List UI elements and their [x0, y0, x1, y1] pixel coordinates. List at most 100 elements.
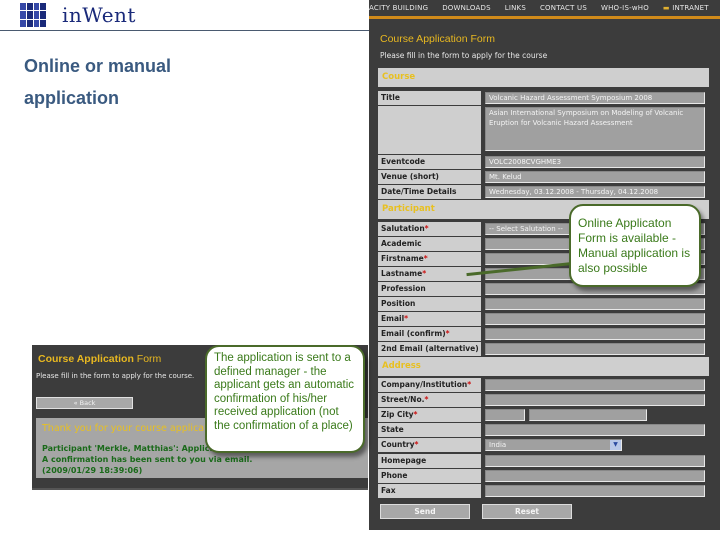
nav-downloads[interactable]: DOWNLOADS	[442, 4, 491, 12]
row-fax: Fax	[378, 484, 709, 498]
email-confirm-label: Email (confirm)*	[378, 327, 481, 341]
country-label: Country*	[378, 438, 481, 452]
phone-field[interactable]	[485, 470, 705, 482]
confirmation-title-bold: Course Application	[38, 353, 134, 365]
homepage-field[interactable]	[485, 455, 705, 467]
nav-intranet[interactable]: ▬ INTRANET	[663, 4, 709, 12]
description-field[interactable]: Asian International Symposium on Modelin…	[485, 107, 705, 151]
slide-title: Online or manual application	[24, 50, 344, 114]
company-field[interactable]	[485, 379, 705, 391]
firstname-label-text: Firstname	[381, 254, 424, 263]
title-label: Title	[378, 91, 481, 105]
row-email: Email*	[378, 312, 709, 326]
section-address: Address	[378, 357, 709, 376]
callout-manual-application: The application is sent to a defined man…	[205, 345, 365, 453]
nav-capacity-building[interactable]: ACITY BUILDING	[369, 4, 428, 12]
street-label: Street/No.*	[378, 393, 481, 407]
email-confirm-label-text: Email (confirm)	[381, 329, 446, 338]
thank-you-heading: Thank you for your course application	[42, 423, 223, 434]
nav-underline	[369, 16, 720, 19]
row-email-confirm: Email (confirm)*	[378, 327, 709, 341]
venue-field[interactable]: Mt. Kelud	[485, 171, 705, 183]
fax-field[interactable]	[485, 485, 705, 497]
eventcode-label: Eventcode	[378, 155, 481, 169]
company-label-text: Company/Institution	[381, 380, 468, 389]
confirmation-subtitle: Please fill in the form to apply for the…	[36, 372, 195, 380]
zip-field[interactable]	[485, 409, 525, 421]
state-label: State	[378, 423, 481, 437]
top-navigation: ACITY BUILDING DOWNLOADS LINKS CONTACT U…	[369, 0, 720, 15]
confirmation-footer-rule	[32, 488, 368, 490]
email-label: Email*	[378, 312, 481, 326]
row-zip-city: Zip City*	[378, 408, 709, 422]
homepage-label: Homepage	[378, 454, 481, 468]
confirmation-title: Course Application Form	[38, 353, 161, 365]
nav-who-is-who[interactable]: WHO-IS-wHO	[601, 4, 649, 12]
send-button[interactable]: Send	[380, 504, 470, 519]
email-alternative-label: 2nd Email (alternative)	[378, 342, 481, 356]
company-label: Company/Institution*	[378, 378, 481, 392]
zip-city-label-text: Zip City	[381, 410, 414, 419]
row-description: Asian International Symposium on Modelin…	[378, 106, 709, 154]
required-marker: *	[467, 380, 472, 389]
nav-contact-us[interactable]: CONTACT US	[540, 4, 587, 12]
row-street: Street/No.*	[378, 393, 709, 407]
academic-label: Academic	[378, 237, 481, 251]
slide-title-line2: application	[24, 88, 120, 108]
salutation-label-text: Salutation	[381, 224, 425, 233]
country-select[interactable]: India ▼	[485, 439, 622, 451]
phone-label: Phone	[378, 469, 481, 483]
datetime-field[interactable]: Wednesday, 03.12.2008 - Thursday, 04.12.…	[485, 186, 705, 198]
nav-links[interactable]: LINKS	[505, 4, 526, 12]
street-field[interactable]	[485, 394, 705, 406]
datetime-label: Date/Time Details	[378, 185, 481, 199]
header-divider	[0, 30, 370, 31]
back-button[interactable]: « Back	[36, 397, 133, 409]
row-company: Company/Institution*	[378, 378, 709, 392]
required-marker: *	[424, 224, 429, 233]
reset-button[interactable]: Reset	[482, 504, 572, 519]
venue-label: Venue (short)	[378, 170, 481, 184]
required-marker: *	[414, 440, 419, 449]
zip-city-label: Zip City*	[378, 408, 481, 422]
row-title: Title Volcanic Hazard Assessment Symposi…	[378, 91, 709, 105]
chevron-down-icon[interactable]: ▼	[610, 440, 621, 450]
country-value: India	[489, 441, 507, 449]
row-state: State	[378, 423, 709, 437]
form-subtitle: Please fill in the form to apply for the…	[380, 51, 548, 60]
required-marker: *	[422, 269, 427, 278]
required-marker: *	[424, 395, 429, 404]
required-marker: *	[413, 410, 418, 419]
confirmation-participant-line: Participant 'Merkle, Matthias': Applicat…	[42, 444, 233, 453]
required-marker: *	[445, 329, 450, 338]
fax-label: Fax	[378, 484, 481, 498]
position-field[interactable]	[485, 298, 705, 310]
street-label-text: Street/No.	[381, 395, 425, 404]
position-label: Position	[378, 297, 481, 311]
confirmation-email-line: A confirmation has been sent to you via …	[42, 455, 253, 464]
logo-wordmark: inWent	[62, 3, 136, 27]
email-confirm-field[interactable]	[485, 328, 705, 340]
row-email-alternative: 2nd Email (alternative)	[378, 342, 709, 356]
email-alternative-field[interactable]	[485, 343, 705, 355]
salutation-label: Salutation*	[378, 222, 481, 236]
row-homepage: Homepage	[378, 454, 709, 468]
eventcode-field[interactable]: VOLC2008CVGHME3	[485, 156, 705, 168]
required-marker: *	[404, 314, 409, 323]
city-field[interactable]	[529, 409, 647, 421]
inwent-logo: inWent	[20, 3, 136, 27]
row-phone: Phone	[378, 469, 709, 483]
description-label	[378, 106, 481, 154]
profession-label: Profession	[378, 282, 481, 296]
email-field[interactable]	[485, 313, 705, 325]
row-position: Position	[378, 297, 709, 311]
row-eventcode: Eventcode VOLC2008CVGHME3	[378, 155, 709, 169]
firstname-label: Firstname*	[378, 252, 481, 266]
logo-mark-icon	[20, 3, 46, 27]
row-venue: Venue (short) Mt. Kelud	[378, 170, 709, 184]
row-datetime: Date/Time Details Wednesday, 03.12.2008 …	[378, 185, 709, 199]
required-marker: *	[423, 254, 428, 263]
state-field[interactable]	[485, 424, 705, 436]
title-field[interactable]: Volcanic Hazard Assessment Symposium 200…	[485, 92, 705, 104]
lastname-label-text: Lastname	[381, 269, 423, 278]
